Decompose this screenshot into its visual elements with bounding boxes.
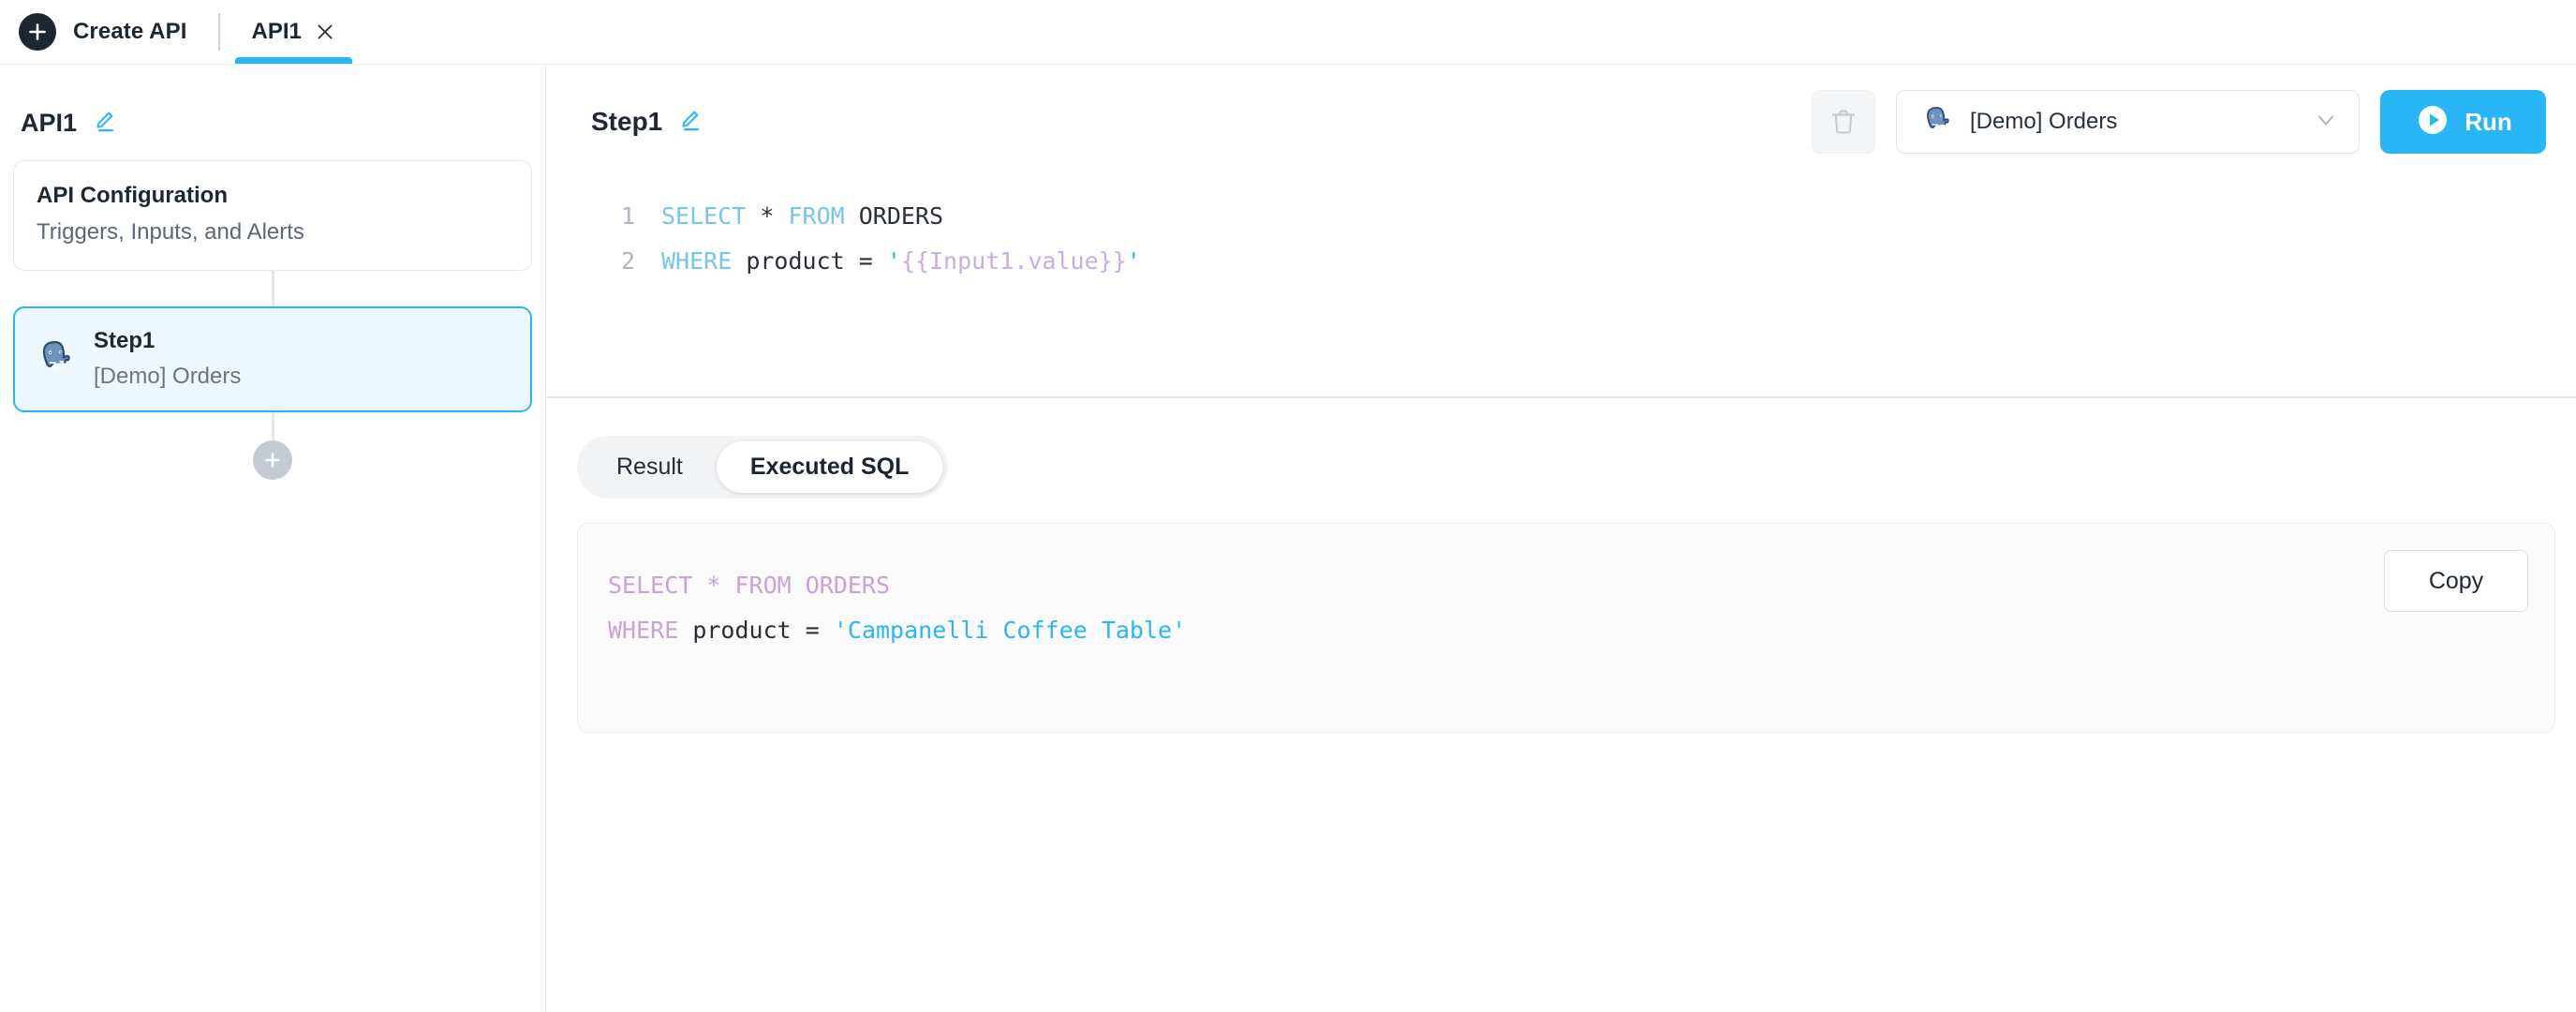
results-section: Result Executed SQL SELECT * FROM ORDERS… (547, 398, 2576, 733)
sidebar-item-step1[interactable]: Step1 [Demo] Orders (13, 305, 532, 413)
node-title: API Configuration (37, 183, 228, 208)
main-panel: Step1 [Demo] Orders Run 1 SELECT * FROM … (547, 65, 2576, 1012)
executed-sql-line: WHERE product = 'Campanelli Coffee Table… (608, 617, 1187, 644)
delete-step-button[interactable] (1812, 90, 1875, 154)
executed-sql-panel: SELECT * FROM ORDERS WHERE product = 'Ca… (577, 523, 2555, 733)
pencil-icon[interactable] (677, 108, 702, 137)
flow-list: API Configuration Triggers, Inputs, and … (0, 160, 545, 481)
trash-icon (1831, 110, 1856, 134)
run-button[interactable]: Run (2380, 90, 2546, 154)
api-name: API1 (21, 109, 78, 137)
api-name-row: API1 (21, 109, 545, 138)
flow-connector (271, 412, 274, 441)
tab-label: API1 (251, 19, 302, 44)
chevron-down-icon (2314, 108, 2338, 137)
tab-active-indicator (234, 57, 352, 64)
step-header: Step1 [Demo] Orders Run (547, 65, 2576, 179)
toolbar-divider (217, 13, 220, 51)
line-number: 2 (620, 247, 635, 275)
copy-button[interactable]: Copy (2384, 550, 2528, 612)
datasource-label: [Demo] Orders (1970, 109, 2118, 134)
pencil-icon[interactable] (92, 109, 116, 138)
close-icon[interactable] (315, 22, 335, 42)
page-title: Step1 (591, 107, 663, 136)
top-bar: Create API API1 (0, 0, 2576, 65)
postgresql-icon (34, 336, 75, 382)
plus-icon (265, 453, 280, 468)
header-actions: [Demo] Orders Run (1812, 90, 2546, 154)
tab-executed-sql[interactable]: Executed SQL (716, 441, 943, 493)
line-number: 1 (620, 202, 635, 230)
tab-result[interactable]: Result (583, 441, 717, 493)
add-step-button[interactable] (253, 440, 292, 481)
flow-connector (271, 270, 274, 306)
node-title: Step1 (94, 327, 155, 353)
plus-icon (19, 13, 56, 51)
node-subtitle: [Demo] Orders (94, 364, 242, 390)
code-text: WHERE product = '{{Input1.value}}' (661, 247, 1141, 275)
node-text-wrap: Step1 [Demo] Orders (94, 325, 241, 394)
create-api-button[interactable]: Create API (19, 0, 187, 64)
sidebar: API1 API Configuration Triggers, Inputs,… (0, 65, 546, 1012)
datasource-select[interactable]: [Demo] Orders (1896, 90, 2360, 154)
node-subtitle: Triggers, Inputs, and Alerts (37, 218, 304, 245)
step-title-wrap: Step1 (591, 107, 702, 137)
sql-editor[interactable]: 1 SELECT * FROM ORDERS 2 WHERE product =… (547, 179, 2576, 396)
sidebar-item-api-configuration[interactable]: API Configuration Triggers, Inputs, and … (13, 160, 532, 271)
results-tabs: Result Executed SQL (577, 436, 949, 499)
code-line: 2 WHERE product = '{{Input1.value}}' (547, 239, 2576, 284)
postgresql-icon (1919, 103, 1953, 141)
create-api-label: Create API (73, 19, 187, 44)
run-label: Run (2465, 107, 2512, 136)
play-icon (2414, 101, 2451, 143)
code-text: SELECT * FROM ORDERS (661, 202, 944, 230)
tab-api1[interactable]: API1 (228, 0, 360, 64)
code-line: 1 SELECT * FROM ORDERS (547, 194, 2576, 239)
executed-sql-line: SELECT * FROM ORDERS (608, 572, 891, 599)
